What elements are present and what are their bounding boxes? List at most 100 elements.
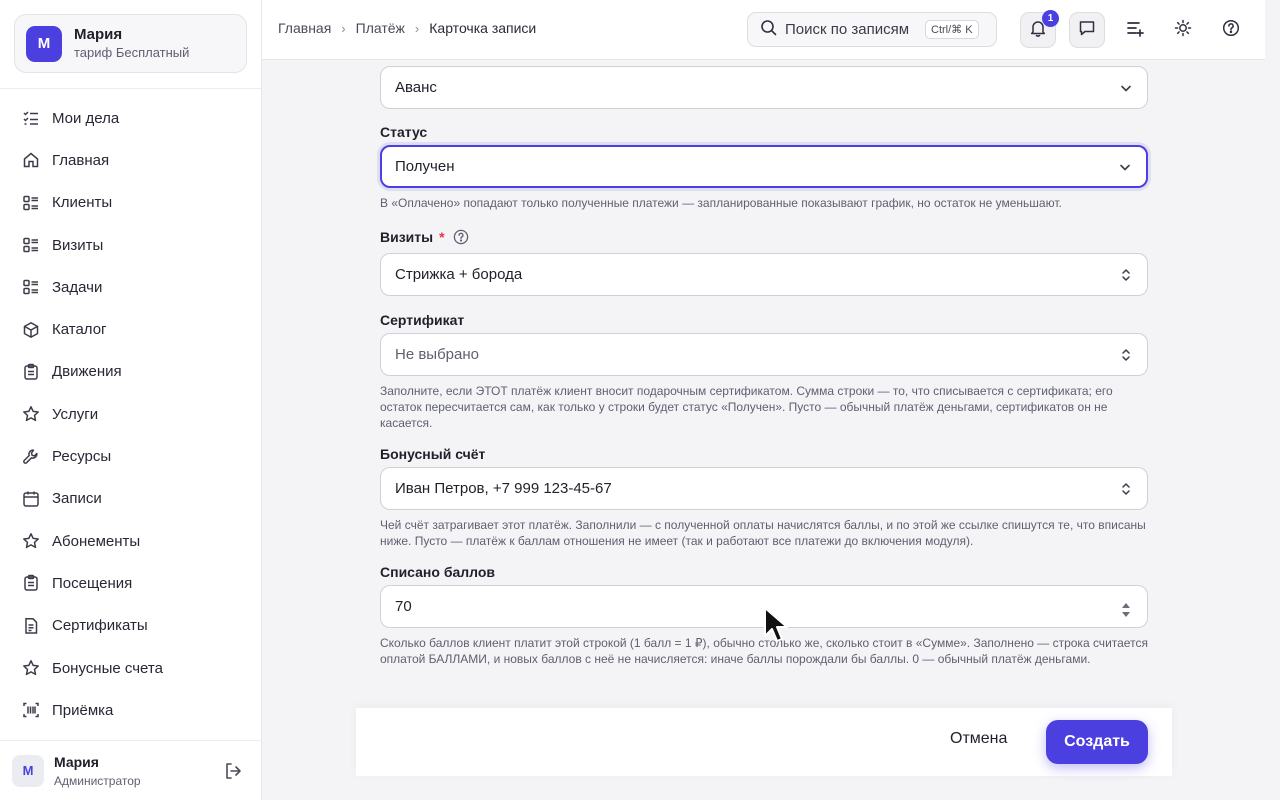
top-bar: Главная › Платёж › Карточка записи Ctrl/…: [262, 0, 1265, 60]
avatar: М: [12, 754, 44, 787]
sidebar-item-attendance[interactable]: Посещения: [0, 562, 261, 604]
sidebar-item-movements[interactable]: Движения: [0, 351, 261, 393]
visits-label: Визиты *: [380, 229, 469, 245]
certificate-select[interactable]: Не выбрано: [380, 333, 1148, 376]
sidebar-item-bookings[interactable]: Записи: [0, 478, 261, 520]
chevron-right-icon: ›: [341, 20, 346, 36]
sidebar-item-label: Бонусные счета: [52, 659, 163, 677]
account-plan: тариф Бесплатный: [74, 45, 190, 60]
search-shortcut: Ctrl/⌘ K: [925, 20, 979, 39]
star-icon: [22, 532, 40, 550]
bonus-account-hint: Чей счёт затрагивает этот платёж. Заполн…: [380, 518, 1146, 548]
certificate-label: Сертификат: [380, 312, 464, 328]
sidebar-item-label: Мои дела: [52, 109, 120, 127]
help-button[interactable]: [1213, 12, 1249, 48]
sidebar-item-label: Задачи: [52, 278, 103, 296]
points-value: 70: [395, 598, 412, 615]
chevron-down-icon: [1118, 160, 1132, 174]
sidebar-item-label: Ресурсы: [52, 448, 112, 466]
add-task-button[interactable]: [1117, 12, 1153, 48]
search-input[interactable]: [785, 21, 921, 38]
sidebar-item-label: Абонементы: [52, 532, 141, 550]
star-icon: [22, 405, 40, 423]
star-icon: [22, 659, 40, 677]
sidebar-item-label: Приёмка: [52, 701, 114, 719]
mouse-cursor-icon: [764, 607, 788, 642]
account-avatar: М: [26, 25, 62, 62]
chevron-up-down-icon: [1119, 348, 1133, 362]
sidebar-item-clients[interactable]: Клиенты: [0, 182, 261, 224]
payment-type-select[interactable]: Аванс: [380, 66, 1148, 109]
sidebar-item-certificates[interactable]: Сертификаты: [0, 605, 261, 647]
certificate-label-text: Сертификат: [380, 312, 465, 328]
theme-toggle[interactable]: [1165, 12, 1201, 48]
points-label-text: Списано баллов: [380, 564, 496, 580]
checklist-icon: [22, 109, 40, 127]
sidebar-item-visits[interactable]: Визиты: [0, 224, 261, 266]
notifications-button[interactable]: 1: [1020, 10, 1059, 48]
status-select[interactable]: Получен: [380, 145, 1148, 188]
form-actions: Отмена Создать: [356, 708, 1172, 776]
visits-select[interactable]: Стрижка + борода: [380, 253, 1148, 296]
sidebar-item-label: Главная: [52, 151, 110, 169]
sidebar-item-catalog[interactable]: Каталог: [0, 308, 261, 350]
search-box[interactable]: Ctrl/⌘ K: [747, 12, 997, 47]
certificate-hint: Заполните, если ЭТОТ платёж клиент вноси…: [380, 384, 1113, 430]
breadcrumb: Главная › Платёж › Карточка записи: [278, 20, 536, 36]
status-value: Получен: [395, 158, 455, 175]
list-icon: [22, 236, 40, 254]
sidebar-item-label: Движения: [52, 363, 122, 381]
help-icon: [1222, 19, 1240, 42]
number-stepper-icon[interactable]: [1119, 600, 1133, 617]
sidebar-item-bonus-accounts[interactable]: Бонусные счета: [0, 647, 261, 689]
box-icon: [22, 321, 40, 339]
chevron-down-icon: [1119, 81, 1133, 95]
user-role: Администратор: [54, 773, 141, 788]
sun-icon: [1174, 19, 1192, 42]
help-icon[interactable]: [453, 229, 469, 245]
sidebar-item-label: Клиенты: [52, 194, 113, 212]
create-button[interactable]: Создать: [1046, 720, 1148, 764]
required-mark: *: [439, 229, 445, 245]
visits-value: Стрижка + борода: [395, 266, 523, 283]
status-hint: В «Оплачено» попадают только полученные …: [380, 196, 1062, 210]
certificate-value: Не выбрано: [395, 346, 479, 363]
messages-button[interactable]: [1069, 12, 1105, 48]
sidebar-nav: Мои дела Главная Клиенты Визиты Задачи К…: [0, 97, 261, 731]
sidebar-item-label: Записи: [52, 490, 102, 508]
sidebar-item-label: Услуги: [52, 405, 99, 423]
breadcrumb-payment[interactable]: Платёж: [356, 20, 405, 36]
breadcrumb-current: Карточка записи: [429, 20, 537, 36]
bonus-account-value: Иван Петров, +7 999 123-45-67: [395, 480, 612, 497]
home-icon: [22, 151, 40, 169]
search-icon: [760, 19, 777, 41]
clipboard-icon: [22, 363, 40, 381]
sidebar-item-services[interactable]: Услуги: [0, 393, 261, 435]
chevron-right-icon: ›: [414, 20, 420, 36]
sidebar-item-subscriptions[interactable]: Абонементы: [0, 520, 261, 562]
account-name: Мария: [74, 26, 123, 43]
divider: [0, 88, 261, 89]
bonus-account-label: Бонусный счёт: [380, 446, 485, 462]
sidebar-item-my-tasks[interactable]: Мои дела: [0, 97, 261, 139]
barcode-icon: [22, 701, 40, 719]
account-switcher[interactable]: М Мария тариф Бесплатный: [14, 14, 247, 73]
sidebar-item-label: Сертификаты: [52, 617, 148, 635]
list-add-icon: [1125, 18, 1145, 43]
sidebar-item-receiving[interactable]: Приёмка: [0, 689, 261, 731]
points-label: Списано баллов: [380, 564, 495, 580]
logout-icon[interactable]: [223, 761, 243, 781]
user-name: Мария: [54, 753, 99, 770]
notification-badge: 1: [1042, 10, 1059, 27]
sidebar-item-home[interactable]: Главная: [0, 139, 261, 181]
bonus-account-select[interactable]: Иван Петров, +7 999 123-45-67: [380, 467, 1148, 510]
wrench-icon: [22, 448, 40, 466]
sidebar-item-resources[interactable]: Ресурсы: [0, 435, 261, 477]
sidebar-item-tasks[interactable]: Задачи: [0, 266, 261, 308]
sidebar: М Мария тариф Бесплатный Мои дела Главна…: [0, 0, 262, 800]
cancel-button[interactable]: Отмена: [950, 730, 1007, 748]
payment-type-value: Аванс: [395, 79, 437, 96]
breadcrumb-home[interactable]: Главная: [278, 20, 331, 36]
list-icon: [22, 278, 40, 296]
status-label-text: Статус: [380, 124, 428, 140]
